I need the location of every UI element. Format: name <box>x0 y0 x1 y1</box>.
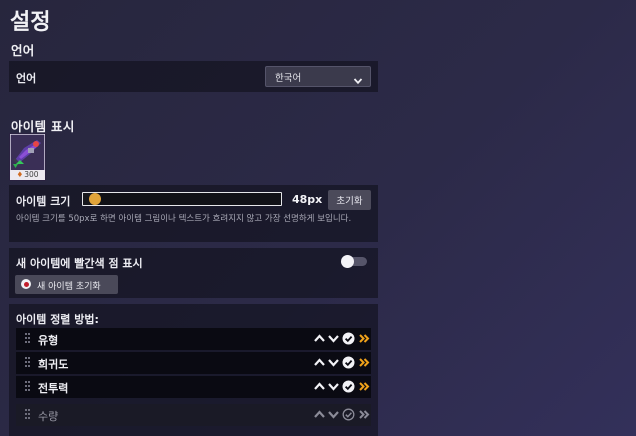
reset-new-items-label: 새 아이템 초기화 <box>37 282 101 292</box>
language-selected-value: 한국어 <box>275 73 302 84</box>
item-size-value: 48px <box>292 193 323 206</box>
item-sort-title: 아이템 정렬 방법: <box>16 313 99 326</box>
move-to-end-icon[interactable] <box>358 356 371 369</box>
drag-handle-icon[interactable] <box>25 333 30 344</box>
sort-row[interactable]: 희귀도 <box>16 352 371 374</box>
move-up-icon[interactable] <box>313 332 326 345</box>
language-row: 언어 한국어 <box>9 61 378 92</box>
enabled-check-icon[interactable] <box>342 356 355 369</box>
chevron-down-icon <box>353 71 363 90</box>
move-to-end-icon[interactable] <box>358 332 371 345</box>
sort-row-label: 수량 <box>38 410 59 423</box>
item-power-value: 300 <box>24 170 39 179</box>
new-item-dot-toggle[interactable] <box>341 255 367 268</box>
drag-handle-icon[interactable] <box>25 381 30 392</box>
sort-row-label: 희귀도 <box>38 358 69 371</box>
power-icon: ♦ <box>16 170 24 179</box>
language-label: 언어 <box>16 72 37 85</box>
item-image <box>10 134 45 171</box>
item-size-description: 아이템 크기를 50px로 하면 아이템 그림이나 텍스트가 흐려지지 않고 가… <box>16 214 352 224</box>
move-down-icon[interactable] <box>327 356 340 369</box>
item-size-slider[interactable] <box>82 192 282 206</box>
item-sort-panel: 아이템 정렬 방법: 유형희귀도전투력수량 <box>9 304 378 436</box>
item-preview: ♦300 <box>9 133 46 181</box>
new-item-dot-panel: 새 아이템에 빨간색 점 표시 새 아이템 초기화 <box>9 248 378 298</box>
item-power-level: ♦300 <box>10 170 45 180</box>
toggle-knob <box>341 255 354 268</box>
sort-row[interactable]: 유형 <box>16 328 371 350</box>
sort-row-label: 전투력 <box>38 382 69 395</box>
move-down-icon[interactable] <box>327 408 340 421</box>
move-to-end-icon[interactable] <box>358 408 371 421</box>
move-up-icon[interactable] <box>313 380 326 393</box>
drag-handle-icon[interactable] <box>25 357 30 368</box>
move-up-icon[interactable] <box>313 408 326 421</box>
move-down-icon[interactable] <box>327 380 340 393</box>
enabled-check-icon[interactable] <box>342 408 355 421</box>
sort-row[interactable]: 수량 <box>16 404 371 426</box>
new-item-dot-label: 새 아이템에 빨간색 점 표시 <box>16 257 143 270</box>
item-size-label: 아이템 크기 <box>16 195 71 208</box>
language-select[interactable]: 한국어 <box>265 66 371 87</box>
sort-row[interactable]: 전투력 <box>16 376 371 398</box>
red-dot-icon <box>21 279 31 289</box>
move-to-end-icon[interactable] <box>358 380 371 393</box>
language-section-title: 언어 <box>11 43 35 58</box>
item-size-reset-button[interactable]: 초기화 <box>328 190 371 210</box>
item-size-panel: 아이템 크기 48px 초기화 아이템 크기를 50px로 하면 아이템 그림이… <box>9 185 378 242</box>
reset-new-items-button[interactable]: 새 아이템 초기화 <box>15 275 118 294</box>
page-title: 설정 <box>10 10 51 35</box>
item-size-slider-thumb[interactable] <box>88 193 101 205</box>
enabled-check-icon[interactable] <box>342 332 355 345</box>
drag-handle-icon[interactable] <box>25 409 30 420</box>
move-down-icon[interactable] <box>327 332 340 345</box>
enabled-check-icon[interactable] <box>342 380 355 393</box>
sort-row-label: 유형 <box>38 334 59 347</box>
move-up-icon[interactable] <box>313 356 326 369</box>
